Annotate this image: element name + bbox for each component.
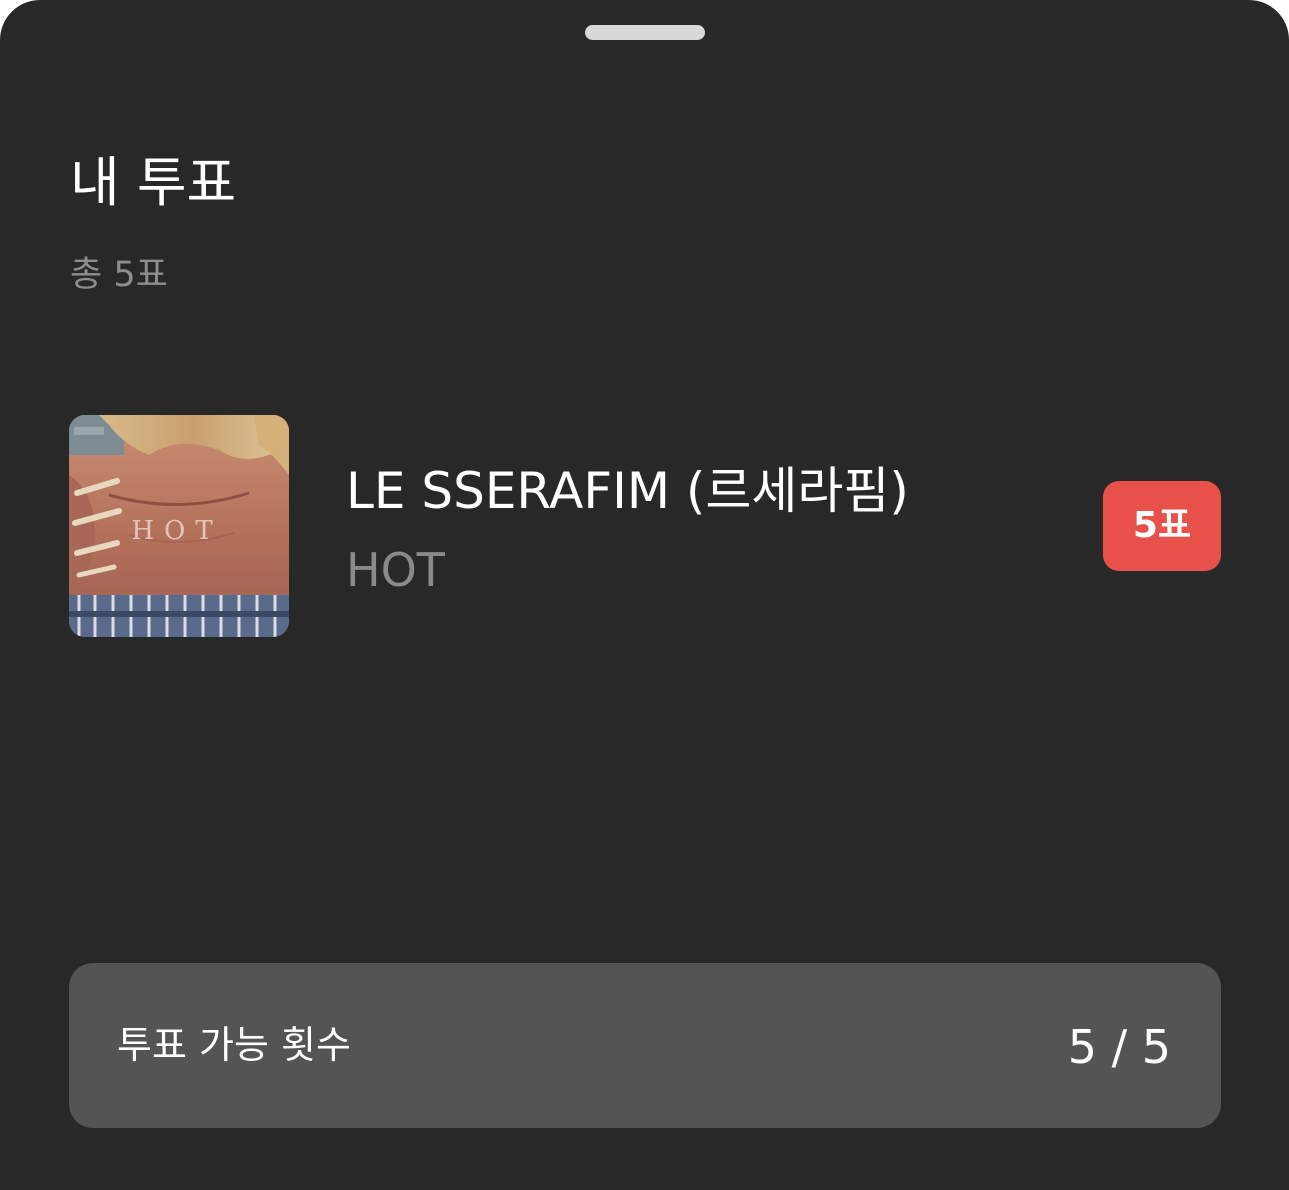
sheet-drag-handle[interactable] <box>585 25 705 40</box>
album-cover-image: HOT <box>69 415 289 637</box>
sheet-title: 내 투표 <box>70 151 237 214</box>
artist-name: LE SSERAFIM (르세라핌) <box>346 462 909 520</box>
available-votes-box: 투표 가능 횟수 5 / 5 <box>69 963 1221 1128</box>
song-title: HOT <box>346 543 445 597</box>
total-votes-subtitle: 총 5표 <box>70 255 168 295</box>
album-art-lettering: HOT <box>131 516 222 546</box>
votes-badge: 5표 <box>1103 481 1221 571</box>
my-votes-sheet: 내 투표 총 5표 HOT LE SSERAFIM (르세라핌) HOT 5표 … <box>0 0 1289 1190</box>
available-votes-value: 5 / 5 <box>1067 1020 1171 1074</box>
available-votes-label: 투표 가능 횟수 <box>117 1023 351 1067</box>
vote-list-item[interactable]: HOT LE SSERAFIM (르세라핌) HOT 5표 <box>69 415 1221 637</box>
